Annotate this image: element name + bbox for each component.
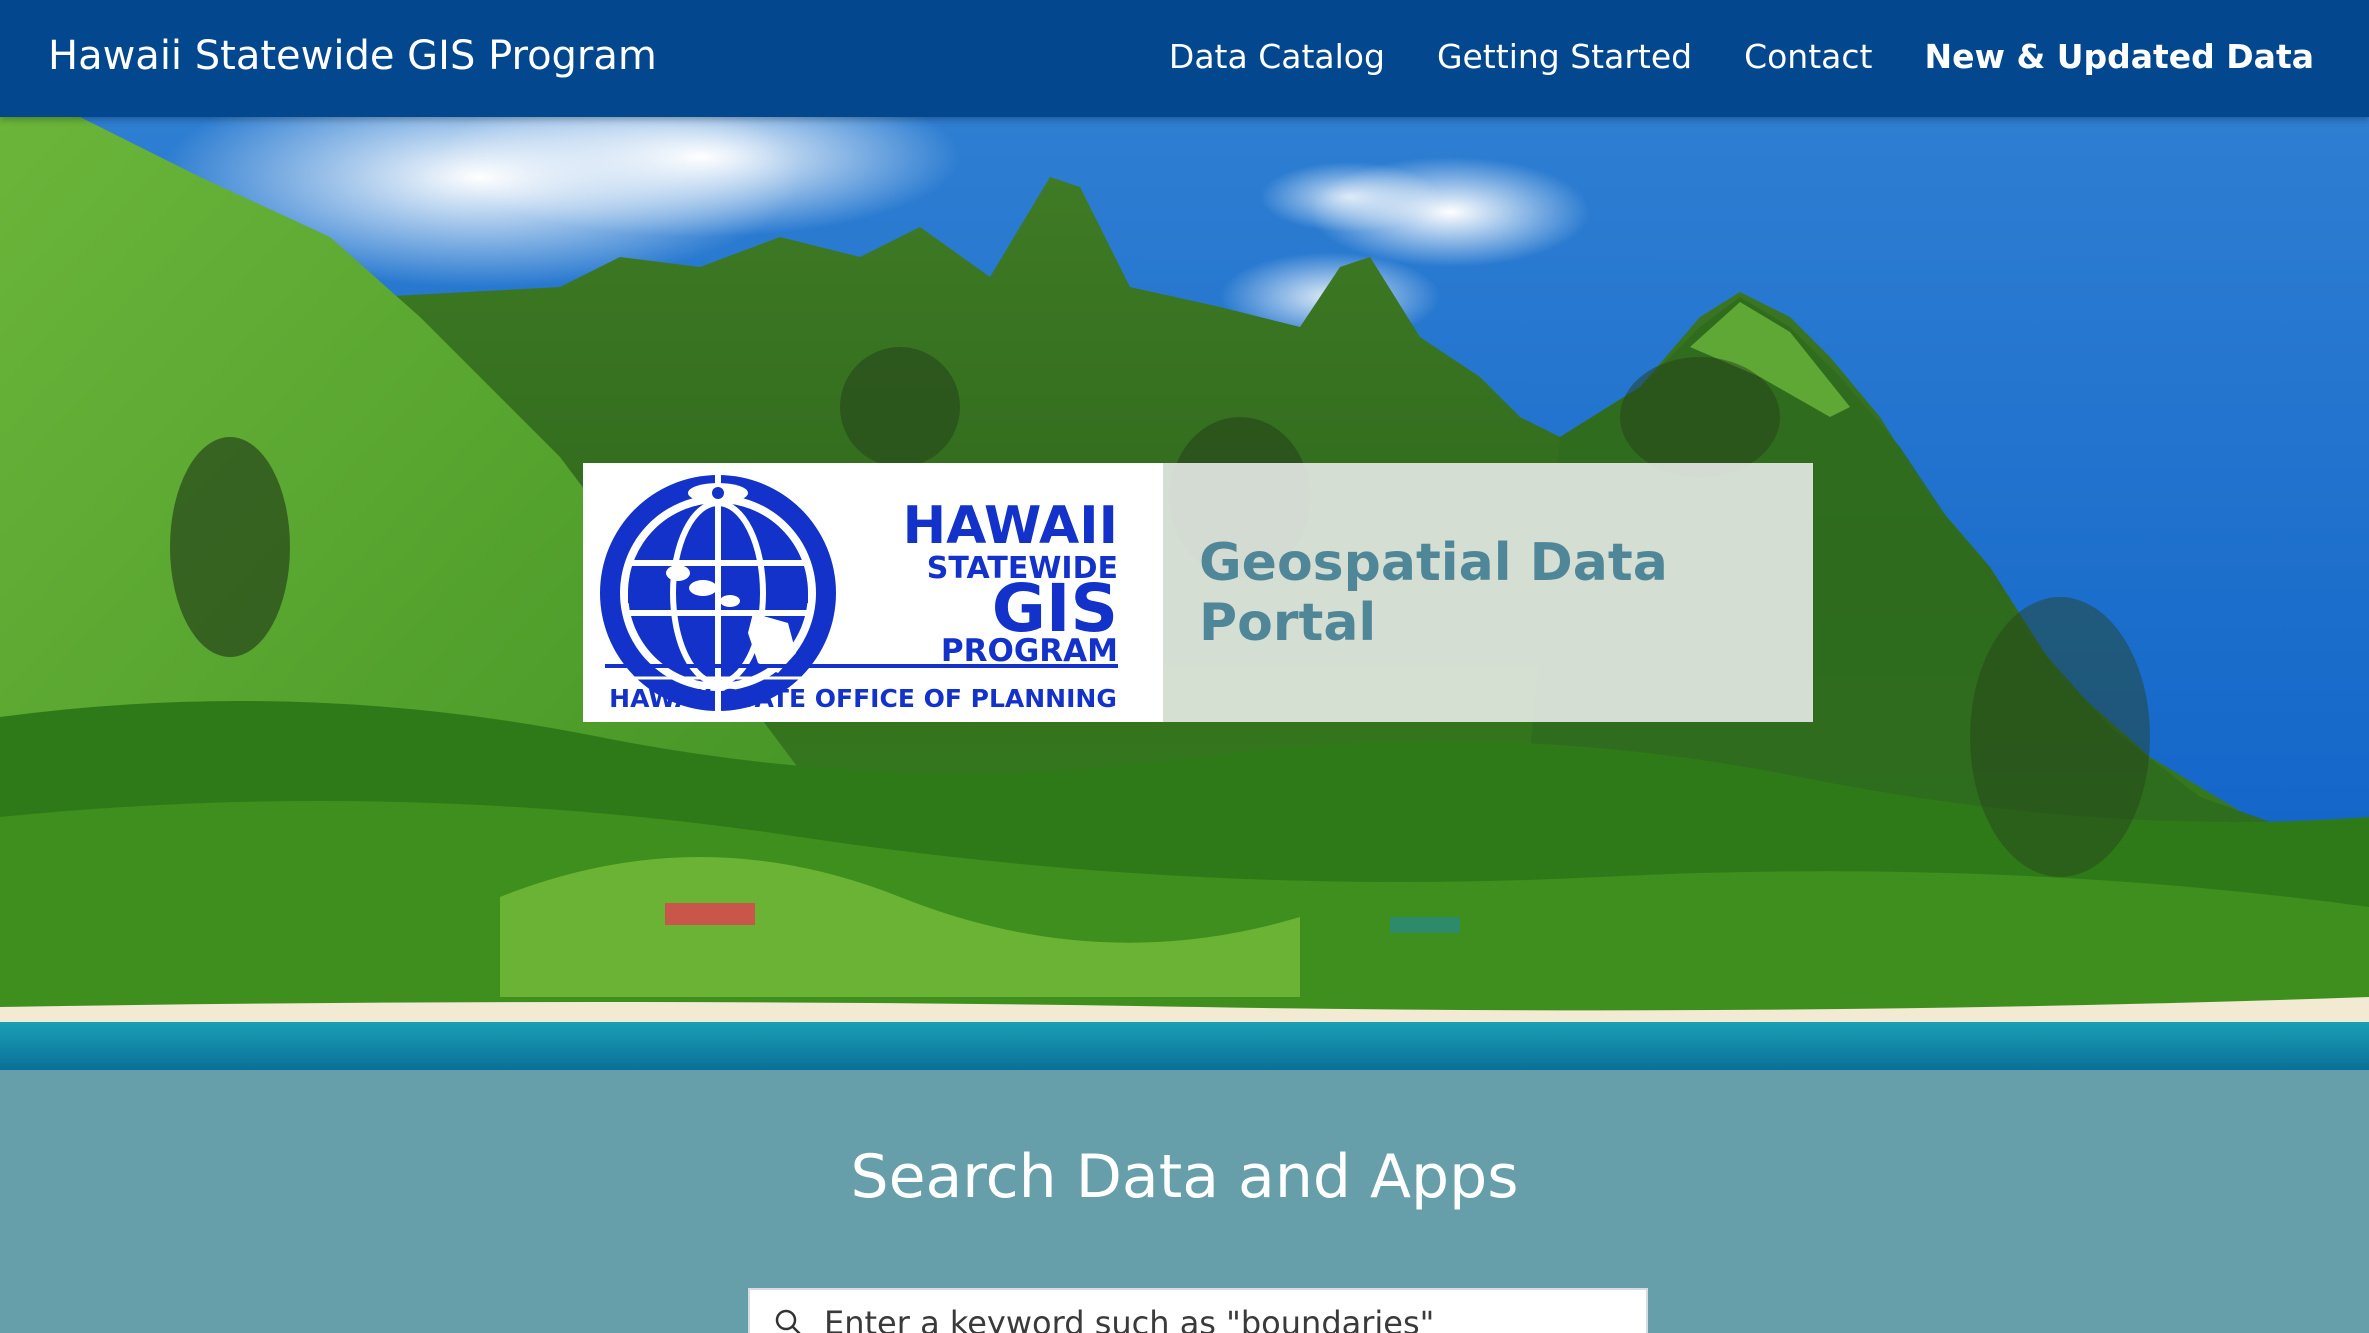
portal-title: Geospatial Data Portal	[1199, 532, 1668, 653]
logo-text-hawaii: HAWAII	[903, 496, 1118, 556]
site-title-link[interactable]: Hawaii Statewide GIS Program	[48, 0, 657, 112]
nav-data-catalog[interactable]: Data Catalog	[1169, 37, 1385, 76]
hawaii-gis-logo: HAWAII STATEWIDE GIS PROGRAM HAWAII STAT…	[583, 463, 1163, 722]
search-heading: Search Data and Apps	[850, 1142, 1519, 1212]
globe-logo-icon: HAWAII STATEWIDE GIS PROGRAM HAWAII STAT…	[598, 475, 1118, 722]
portal-title-box: Geospatial Data Portal	[1163, 463, 1813, 722]
hero-section: HAWAII STATEWIDE GIS PROGRAM HAWAII STAT…	[0, 117, 2369, 1070]
site-header: Hawaii Statewide GIS Program Data Catalo…	[0, 0, 2369, 117]
main-nav: Data Catalog Getting Started Contact New…	[1169, 0, 2314, 112]
search-section: Search Data and Apps	[0, 1070, 2369, 1333]
nav-contact[interactable]: Contact	[1744, 37, 1872, 76]
nav-getting-started[interactable]: Getting Started	[1437, 37, 1692, 76]
search-icon	[775, 1309, 801, 1333]
nav-new-updated-data[interactable]: New & Updated Data	[1924, 37, 2314, 76]
portal-banner: HAWAII STATEWIDE GIS PROGRAM HAWAII STAT…	[583, 463, 1813, 722]
search-input[interactable]	[824, 1304, 1644, 1333]
search-bar[interactable]	[748, 1288, 1648, 1333]
logo-text-office: HAWAII STATE OFFICE OF PLANNING	[609, 684, 1117, 713]
logo-text-program: PROGRAM	[941, 633, 1118, 669]
